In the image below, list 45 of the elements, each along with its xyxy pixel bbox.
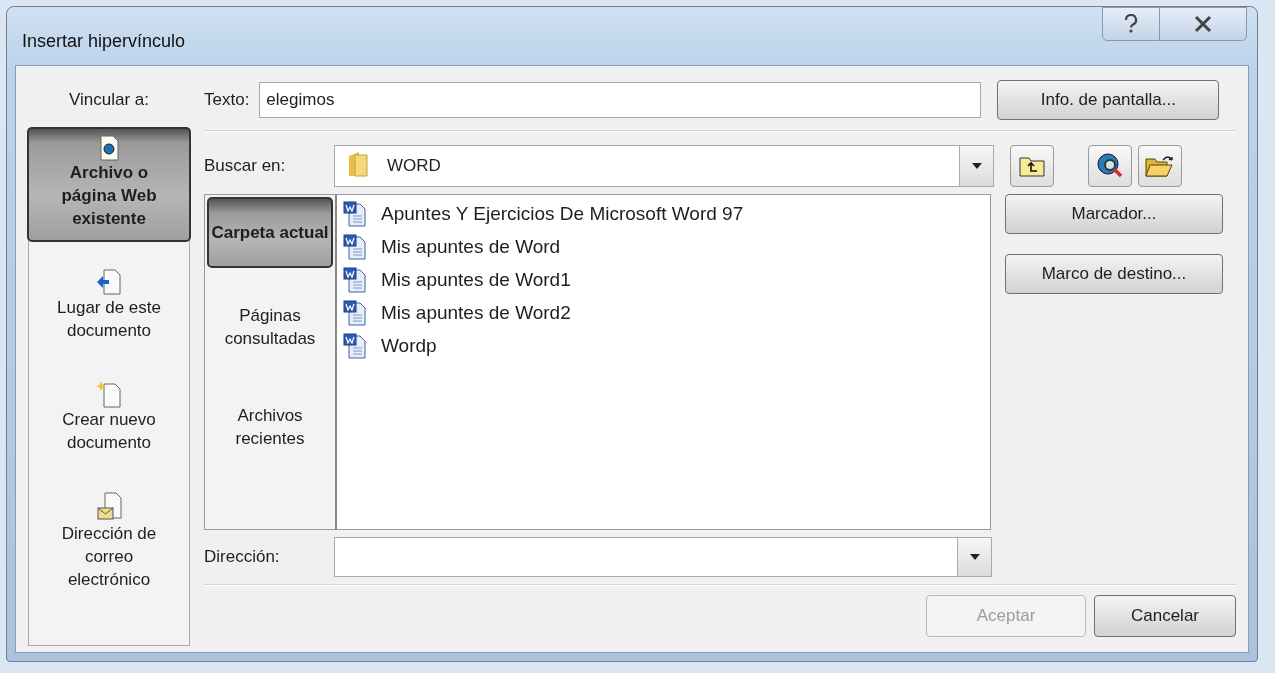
address-label: Dirección: [204, 547, 281, 567]
link-type-item[interactable]: Crear nuevo documento [29, 372, 189, 466]
word-document-icon [343, 233, 367, 260]
window-title: Insertar hipervínculo [22, 31, 187, 52]
text-label: Texto: [204, 90, 250, 110]
open-folder-button[interactable] [1138, 145, 1182, 187]
screen-tip-button[interactable]: Info. de pantalla... [997, 80, 1220, 120]
dialog-button[interactable]: Cancelar [1094, 595, 1236, 637]
dropdown-arrow-icon [969, 554, 980, 560]
link-type-item[interactable]: Dirección de correo electrónico [29, 484, 189, 603]
open-folder-icon [1145, 154, 1175, 178]
help-button[interactable] [1102, 7, 1160, 41]
web-search-button[interactable] [1088, 145, 1132, 187]
document-arrow-icon [96, 268, 122, 296]
browse-nav-item[interactable]: Páginas consultadas [205, 286, 335, 368]
file-item[interactable]: Mis apuntes de Word1 [381, 268, 571, 291]
up-folder-icon [1019, 155, 1045, 177]
new-document-icon [96, 380, 122, 408]
look-in-label: Buscar en: [204, 156, 287, 176]
dropdown-arrow-icon [971, 163, 982, 169]
link-type-item[interactable]: Lugar de este documento [29, 260, 189, 354]
word-document-icon [343, 200, 367, 227]
up-folder-button[interactable] [1010, 145, 1054, 187]
file-item[interactable]: Apuntes Y Ejercicios De Microsoft Word 97 [381, 202, 744, 225]
text-field[interactable]: elegimos [259, 82, 982, 118]
file-item[interactable]: Mis apuntes de Word [381, 235, 561, 258]
help-icon [1124, 14, 1138, 34]
file-item[interactable]: Wordp [381, 334, 437, 357]
browse-nav-item[interactable]: Carpeta actual [207, 197, 333, 268]
side-button[interactable]: Marco de destino... [1005, 254, 1223, 294]
close-icon [1193, 15, 1213, 33]
browse-nav-item[interactable]: Archivos recientes [205, 386, 335, 468]
word-document-icon [343, 332, 367, 359]
file-item[interactable]: Mis apuntes de Word2 [381, 301, 571, 324]
globe-search-icon [1096, 152, 1124, 180]
word-document-icon [343, 266, 367, 293]
link-type-item[interactable]: Archivo o página Web existente [27, 127, 191, 242]
word-document-icon [343, 299, 367, 326]
folder-icon [347, 149, 369, 178]
look-in-dropdown[interactable]: WORD [334, 145, 994, 187]
side-button[interactable]: Marcador... [1005, 194, 1223, 234]
document-envelope-icon [96, 492, 122, 522]
link-to-label: Vincular a: [68, 89, 150, 111]
document-icon [98, 135, 120, 161]
close-button[interactable] [1160, 7, 1247, 41]
